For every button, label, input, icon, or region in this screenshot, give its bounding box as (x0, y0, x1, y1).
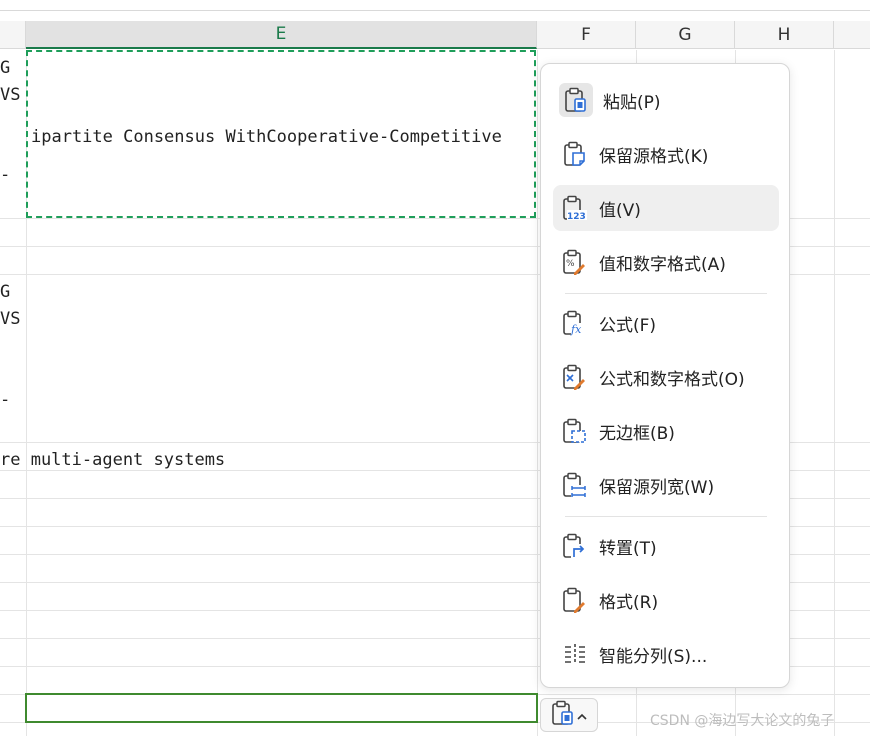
menu-item-label: 值和数字格式(A) (599, 254, 726, 275)
menu-item-keep-source-format[interactable]: 保留源格式(K) (553, 131, 779, 177)
menu-item-no-border[interactable]: 无边框(B) (553, 408, 779, 454)
transpose-icon (561, 532, 589, 560)
cell-d-fragment[interactable]: VS (0, 309, 20, 329)
svg-text:123: 123 (567, 212, 586, 221)
menu-item-values-number-format[interactable]: % 值和数字格式(A) (553, 239, 779, 285)
menu-item-transpose[interactable]: 转置(T) (553, 523, 779, 569)
watermark: CSDN @海边写大论文的兔子 (650, 713, 835, 729)
menu-item-paste-format[interactable]: 格式(R) (553, 577, 779, 623)
cell-d-fragment[interactable]: - (0, 165, 10, 185)
cell-text-overflow[interactable]: re multi-agent systems (0, 450, 225, 470)
menu-item-label: 保留源列宽(W) (599, 477, 715, 498)
cell-d-fragment[interactable]: G (0, 58, 10, 78)
menu-item-label: 转置(T) (599, 538, 657, 559)
paste-format-icon (561, 586, 589, 614)
menu-separator (565, 516, 767, 517)
menu-item-label: 公式(F) (599, 315, 657, 336)
menu-item-label: 格式(R) (599, 592, 659, 613)
paste-options-menu: 粘贴(P) 保留源格式(K) 123 值(V) % 值和数字格式(A) fx 公… (540, 63, 790, 688)
menu-item-label: 无边框(B) (599, 423, 675, 444)
menu-item-label: 值(V) (599, 200, 641, 221)
svg-text:%: % (566, 259, 575, 269)
cell-d-fragment[interactable]: G (0, 282, 10, 302)
active-cell[interactable] (25, 693, 538, 723)
menu-separator (565, 293, 767, 294)
menu-item-paste-formula[interactable]: fx 公式(F) (553, 300, 779, 346)
values-number-format-icon: % (561, 248, 589, 276)
menu-item-label: 公式和数字格式(O) (599, 369, 745, 390)
formula-number-format-icon (561, 363, 589, 391)
paste-options-button[interactable] (540, 698, 598, 732)
menu-item-label: 智能分列(S)... (599, 646, 708, 667)
paste-formula-icon: fx (561, 309, 589, 337)
keep-column-width-icon (561, 471, 589, 499)
menu-item-smart-split[interactable]: 智能分列(S)... (553, 631, 779, 677)
paste-icon (551, 700, 575, 730)
menu-item-label: 保留源格式(K) (599, 146, 709, 167)
paste-values-icon: 123 (561, 194, 589, 222)
svg-text:fx: fx (570, 323, 582, 336)
cell-d-fragment[interactable]: - (0, 390, 10, 410)
keep-source-format-icon (561, 140, 589, 168)
menu-item-label: 粘贴(P) (603, 92, 661, 113)
menu-item-formula-number-format[interactable]: 公式和数字格式(O) (553, 354, 779, 400)
paste-icon (559, 83, 593, 117)
smart-split-icon (561, 640, 589, 668)
copy-marquee (26, 50, 536, 218)
menu-item-paste[interactable]: 粘贴(P) (553, 77, 779, 123)
cell-d-fragment[interactable]: VS (0, 85, 20, 105)
menu-item-paste-values[interactable]: 123 值(V) (553, 185, 779, 231)
no-border-icon (561, 417, 589, 445)
menu-item-keep-column-width[interactable]: 保留源列宽(W) (553, 462, 779, 508)
chevron-up-icon (577, 706, 587, 725)
